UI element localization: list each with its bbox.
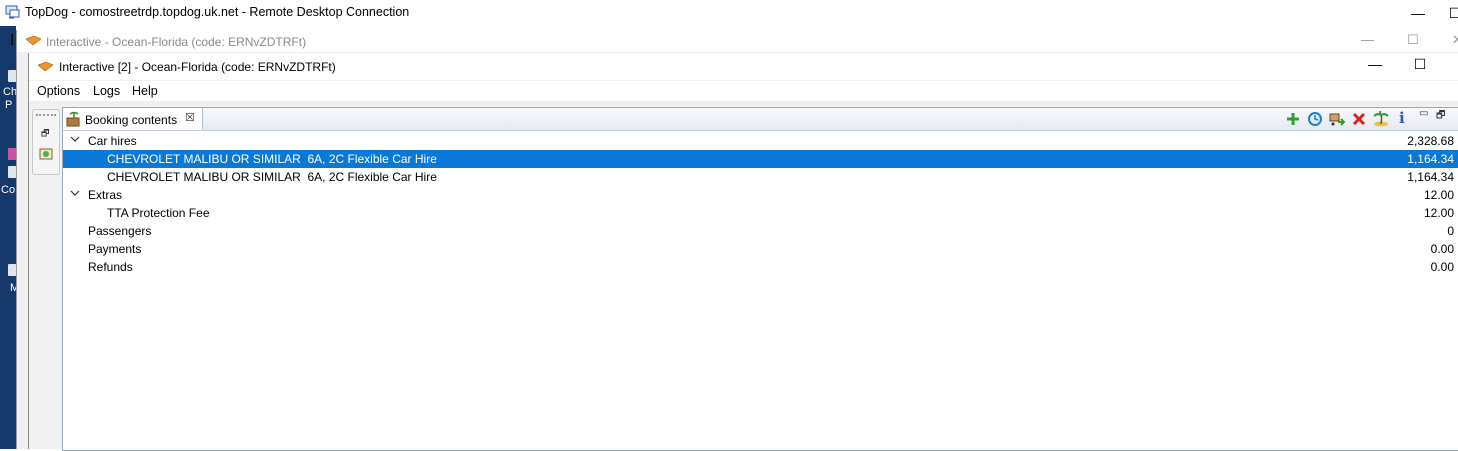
row-label: Extras: [88, 188, 123, 202]
tree-row-passengers[interactable]: Passengers 0: [63, 222, 1458, 240]
row-label: Passengers: [88, 224, 152, 238]
tree-row-payments[interactable]: Payments 0.00: [63, 240, 1458, 258]
topdog-app-icon: [38, 62, 53, 71]
booking-contents-view: Booking contents ☒ i ▭ 🗗 Car hires 2,328…: [62, 107, 1458, 451]
row-label: Car hires: [88, 134, 137, 148]
view-minimize-icon[interactable]: ▭: [1419, 108, 1435, 124]
rdp-minimize-button[interactable]: —: [1403, 2, 1433, 24]
background-maximize-button[interactable]: ☐: [1407, 32, 1419, 48]
tab-label: Booking contents: [85, 113, 178, 127]
info-icon[interactable]: i: [1399, 109, 1415, 127]
menu-help[interactable]: Help: [132, 84, 158, 98]
window-title: Interactive [2] - Ocean-Florida (code: E…: [59, 60, 336, 74]
tree-row-refunds[interactable]: Refunds 0.00: [63, 258, 1458, 276]
rdp-titlebar: TopDog - comostreetrdp.topdog.uk.net - R…: [0, 0, 1458, 26]
row-label: CHEVROLET MALIBU OR SIMILAR 6A, 2C Flexi…: [107, 152, 437, 166]
remote-desktop-icon: [5, 5, 20, 19]
tree-row-car-hire-item[interactable]: CHEVROLET MALIBU OR SIMILAR 6A, 2C Flexi…: [63, 150, 1458, 168]
close-tab-icon[interactable]: ☒: [185, 111, 195, 124]
package-icon[interactable]: [39, 146, 53, 160]
background-window-title: Interactive - Ocean-Florida (code: ERNvZ…: [46, 35, 307, 49]
restore-icon[interactable]: 🗗: [41, 126, 49, 142]
tree-row-car-hires[interactable]: Car hires 2,328.68: [63, 132, 1458, 150]
chevron-down-icon[interactable]: [70, 134, 80, 144]
rdp-window-title: TopDog - comostreetrdp.topdog.uk.net - R…: [25, 5, 410, 19]
desktop-fragment: Co: [1, 184, 16, 196]
row-label: TTA Protection Fee: [107, 206, 210, 220]
row-amount: 0: [1447, 224, 1454, 238]
interactive-window: Interactive [2] - Ocean-Florida (code: E…: [28, 53, 1458, 451]
row-amount: 0.00: [1430, 260, 1454, 274]
transfer-icon[interactable]: [1329, 111, 1345, 127]
row-label: Payments: [88, 242, 142, 256]
row-amount: 2,328.68: [1407, 134, 1454, 148]
minimized-views-toolbar: 🗗: [32, 109, 60, 175]
desktop-fragment: P: [5, 99, 13, 111]
menu-bar: Options Logs Help: [29, 81, 1458, 101]
tree-row-extras[interactable]: Extras 12.00: [63, 186, 1458, 204]
menu-options[interactable]: Options: [37, 84, 80, 98]
background-close-button[interactable]: ✕: [1452, 32, 1458, 48]
tree-row-car-hire-item[interactable]: CHEVROLET MALIBU OR SIMILAR 6A, 2C Flexi…: [63, 168, 1458, 186]
row-amount: 12.00: [1423, 206, 1454, 220]
tree-row-extra-item[interactable]: TTA Protection Fee 12.00: [63, 204, 1458, 222]
desktop-fragment: Ch: [3, 86, 18, 98]
row-amount: 1,164.34: [1407, 152, 1454, 166]
rdp-maximize-button[interactable]: ☐: [1440, 2, 1458, 24]
desktop-fragment: I: [10, 32, 15, 49]
booking-icon: [66, 111, 80, 127]
add-icon[interactable]: [1285, 111, 1301, 127]
delete-icon[interactable]: [1351, 111, 1367, 127]
background-window-titlebar[interactable]: Interactive - Ocean-Florida (code: ERNvZ…: [17, 30, 1458, 52]
chevron-down-icon[interactable]: [70, 188, 80, 198]
drag-handle[interactable]: [36, 114, 56, 118]
window-titlebar[interactable]: Interactive [2] - Ocean-Florida (code: E…: [29, 53, 1458, 80]
row-label: Refunds: [88, 260, 133, 274]
row-amount: 1,164.34: [1407, 170, 1454, 184]
tab-booking-contents[interactable]: Booking contents ☒: [63, 108, 203, 130]
background-minimize-button[interactable]: —: [1361, 32, 1374, 47]
view-maximize-icon[interactable]: 🗗: [1436, 108, 1452, 124]
island-icon[interactable]: [1373, 111, 1389, 127]
window-minimize-button[interactable]: —: [1363, 56, 1387, 72]
view-tab-bar: Booking contents ☒ i ▭ 🗗: [63, 108, 1458, 131]
row-label: CHEVROLET MALIBU OR SIMILAR 6A, 2C Flexi…: [107, 170, 437, 184]
row-amount: 12.00: [1423, 188, 1454, 202]
row-amount: 0.00: [1430, 242, 1454, 256]
remote-desktop-background: I Ch P Co M: [0, 26, 19, 449]
window-maximize-button[interactable]: ☐: [1408, 56, 1432, 73]
topdog-app-icon: [26, 36, 41, 45]
refresh-icon[interactable]: [1307, 111, 1323, 127]
menu-logs[interactable]: Logs: [93, 84, 120, 98]
